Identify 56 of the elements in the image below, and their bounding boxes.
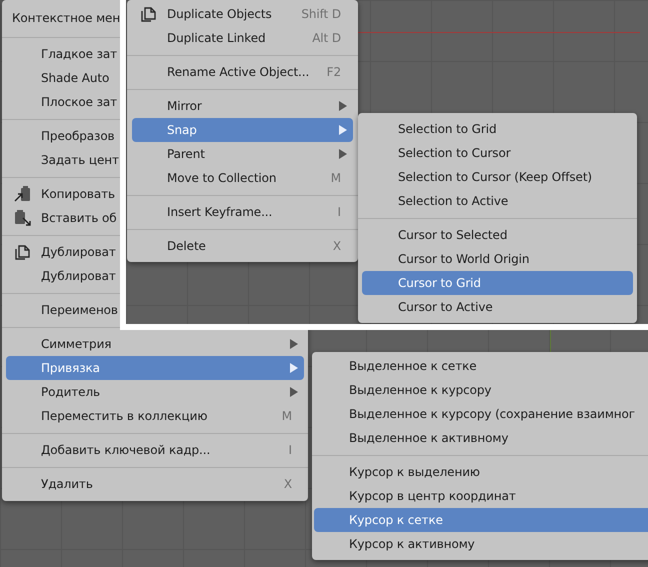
duplicate-icon [14, 243, 31, 260]
shortcut-label: X [284, 476, 292, 493]
shortcut-label: M [330, 170, 341, 187]
menu-item[interactable]: Вставить об [6, 206, 122, 230]
duplicate-icon [140, 5, 157, 22]
menu-item[interactable]: Selection to Cursor [362, 141, 516, 165]
menu-item[interactable]: Rename Active Object... F2 [132, 60, 353, 84]
menu-item[interactable]: Selection to Cursor (Keep Offset) [362, 165, 598, 189]
menu-item[interactable]: Выделенное к курсору [314, 378, 496, 402]
clipboard-icon [14, 209, 31, 226]
menu-item[interactable]: Cursor to Active [362, 295, 498, 319]
menu-item[interactable]: Duplicate Linked Alt D [132, 26, 353, 50]
menu-item[interactable]: Move to Collection M [132, 166, 353, 190]
shortcut-label: F2 [326, 64, 341, 81]
menu-item[interactable]: Родитель [6, 380, 304, 404]
menu-item[interactable]: Delete X [132, 234, 353, 258]
menu-item[interactable]: Selection to Grid [362, 117, 502, 141]
menu-item[interactable]: Курсор к выделению [314, 460, 485, 484]
menu-item[interactable]: Cursor to World Origin [362, 247, 534, 271]
menu-item[interactable]: Копировать [6, 182, 120, 206]
menu-item[interactable]: Привязка [6, 356, 304, 380]
menu-item[interactable]: Duplicate Objects Shift D [132, 2, 353, 26]
shortcut-label: M [282, 408, 292, 425]
shortcut-label: Shift D [301, 6, 341, 23]
menu-item[interactable]: Удалить X [6, 472, 304, 496]
shortcut-label: I [338, 204, 341, 221]
shortcut-label: Alt D [312, 30, 341, 47]
menu-item[interactable]: Курсор к активному [314, 532, 480, 556]
menu-item[interactable]: Cursor to Grid [362, 271, 633, 295]
menu-title: Контекстное мен [12, 10, 120, 27]
menu-item[interactable]: Дублироват [6, 264, 121, 288]
menu-item[interactable]: Дублироват [6, 240, 121, 264]
menu-item[interactable]: Cursor to Selected [362, 223, 512, 247]
menu-item[interactable]: Выделенное к курсору (сохранение взаимног [314, 402, 640, 426]
menu-item[interactable]: Selection to Active [362, 189, 514, 213]
menu-item[interactable]: Гладкое зат [6, 42, 122, 66]
clipboard-icon [14, 185, 31, 202]
menu-item[interactable]: Курсор к сетке [314, 508, 648, 532]
menu-item[interactable]: Parent [132, 142, 353, 166]
menu-item[interactable]: Insert Keyframe... I [132, 200, 353, 224]
menu-item[interactable]: Mirror [132, 94, 353, 118]
menu-item[interactable]: Выделенное к сетке [314, 354, 482, 378]
shortcut-label: X [332, 238, 341, 255]
menu-item[interactable]: Выделенное к активному [314, 426, 514, 450]
shortcut-label: I [288, 442, 292, 459]
menu-item[interactable]: Переименов [6, 298, 123, 322]
menu-item[interactable]: Задать цент [6, 148, 124, 172]
menu-item[interactable]: Плоское зат [6, 90, 122, 114]
axis-line [550, 330, 551, 352]
menu-item[interactable]: Snap [132, 118, 353, 142]
menu-item[interactable]: Преобразов [6, 124, 120, 148]
menu-item[interactable]: Shade Auto [6, 66, 114, 90]
menu-item[interactable]: Переместить в коллекцию M [6, 404, 304, 428]
menu-item[interactable]: Добавить ключевой кадр... I [6, 438, 304, 462]
menu-item[interactable]: Симметрия [6, 332, 304, 356]
menu-item[interactable]: Курсор в центр координат [314, 484, 521, 508]
